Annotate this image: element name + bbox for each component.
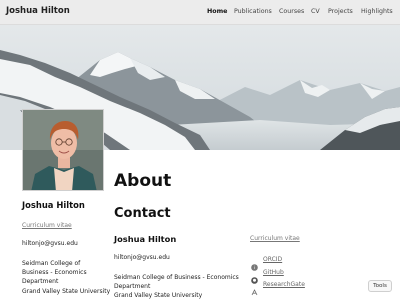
orcid-icon: i (251, 256, 258, 271)
github-link[interactable]: GitHub (251, 267, 284, 284)
researchgate-icon (251, 281, 258, 295)
nav-cv[interactable]: CV (311, 8, 320, 15)
sidebar-affiliation-line-2: Business - Economics (22, 269, 87, 276)
researchgate-label: ResearchGate (263, 280, 305, 288)
sidebar-affiliation-line-3: Department (22, 278, 59, 285)
profile-avatar (22, 109, 104, 191)
contact-name: Joshua Hilton (114, 234, 177, 244)
orcid-link[interactable]: i ORCID (251, 254, 283, 271)
sidebar-cv-link[interactable]: Curriculum vitae (22, 222, 72, 229)
nav-courses[interactable]: Courses (279, 8, 304, 15)
tools-button[interactable]: Tools (368, 280, 392, 292)
nav-highlights[interactable]: Highlights (361, 8, 393, 15)
contact-cv-link[interactable]: Curriculum vitae (250, 235, 300, 242)
sidebar-affiliation-line-1: Seidman College of (22, 260, 81, 267)
sidebar-email[interactable]: hiltonjo@gvsu.edu (22, 240, 78, 247)
researchgate-link[interactable]: ResearchGate (251, 279, 305, 295)
sidebar-name: Joshua Hilton (22, 200, 85, 210)
github-icon (251, 269, 258, 284)
orcid-label: ORCID (263, 255, 283, 263)
contact-affiliation-line-2: Department (114, 283, 151, 290)
site-brand[interactable]: Joshua Hilton (6, 6, 70, 16)
nav-publications[interactable]: Publications (234, 8, 272, 15)
top-navbar: Joshua Hilton Home Publications Courses … (0, 0, 400, 25)
sidebar-affiliation-line-4: Grand Valley State University (22, 288, 111, 295)
about-heading: About (114, 171, 172, 191)
contact-affiliation-line-3: Grand Valley State University (114, 292, 203, 299)
nav-projects[interactable]: Projects (328, 8, 353, 15)
github-label: GitHub (263, 268, 284, 276)
contact-heading: Contact (114, 206, 171, 221)
contact-affiliation-line-1: Seidman College of Business - Economics (114, 274, 239, 281)
contact-email[interactable]: hiltonjo@gvsu.edu (114, 254, 170, 261)
nav-home[interactable]: Home (207, 8, 227, 15)
